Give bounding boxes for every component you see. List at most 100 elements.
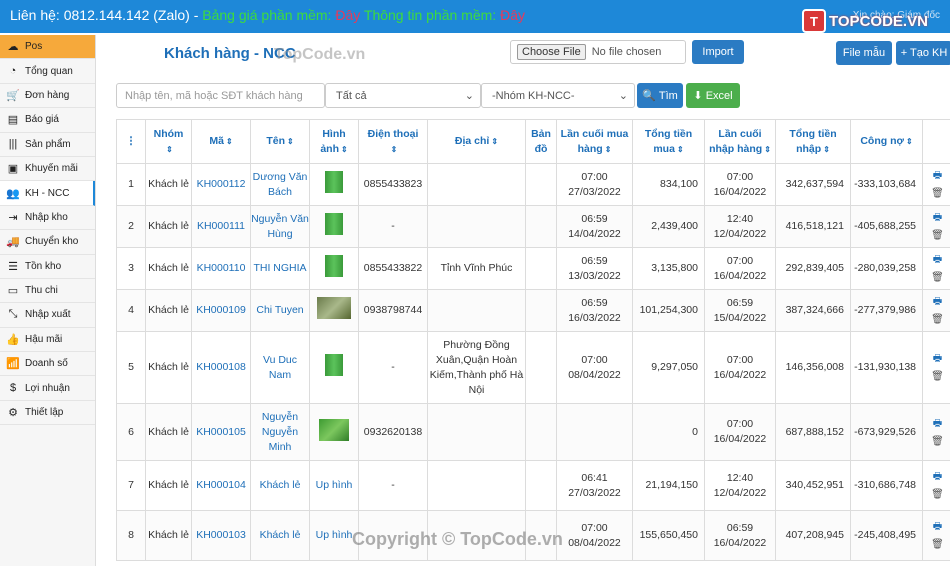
row-image[interactable] (309, 403, 359, 461)
row-image[interactable]: Up hình (309, 460, 359, 511)
row-image[interactable] (309, 205, 359, 248)
col-address[interactable]: Địa chỉ ⇕ (427, 119, 526, 164)
row-image[interactable] (309, 289, 359, 332)
info-link[interactable]: Đây (500, 7, 525, 23)
customer-photo[interactable] (325, 213, 343, 235)
row-name[interactable]: Khách lẻ (250, 460, 310, 511)
import-button[interactable]: Import (692, 40, 744, 64)
print-icon[interactable]: 🖶 (933, 519, 942, 534)
trash-icon[interactable]: 🗑 (931, 312, 944, 327)
print-icon[interactable]: 🖶 (933, 252, 942, 267)
row-map (525, 205, 557, 248)
row-code[interactable]: KH000103 (191, 510, 251, 561)
row-total-buy: 21,194,150 (632, 460, 705, 511)
row-code[interactable]: KH000105 (191, 403, 251, 461)
row-code[interactable]: KH000109 (191, 289, 251, 332)
customer-photo[interactable] (325, 171, 343, 193)
row-name[interactable]: Nguyễn Văn Hùng (250, 205, 310, 248)
sidebar-item-aftersales[interactable]: 👍 Hậu mãi (0, 328, 95, 353)
sidebar-item-quotes[interactable]: ▤ Báo giá (0, 108, 95, 133)
trash-icon[interactable]: 🗑 (931, 434, 944, 449)
trash-icon[interactable]: 🗑 (931, 228, 944, 243)
row-image[interactable] (309, 247, 359, 290)
search-button[interactable]: 🔍 Tìm (637, 83, 683, 108)
col-group[interactable]: Nhóm ⇕ (145, 119, 192, 164)
search-button-label: Tìm (658, 89, 678, 102)
col-phone[interactable]: Điện thoại ⇕ (358, 119, 428, 164)
row-code[interactable]: KH000108 (191, 331, 251, 404)
row-name[interactable]: Nguyễn Nguyễn Minh (250, 403, 310, 461)
price-link[interactable]: Đây (335, 7, 360, 23)
upload-image-link[interactable]: Up hình (316, 479, 353, 491)
contact-info: Liên hệ: 0812.144.142 (Zalo) - Bảng giá … (10, 7, 525, 23)
trash-icon[interactable]: 🗑 (931, 369, 944, 384)
col-code[interactable]: Mã ⇕ (191, 119, 251, 164)
print-icon[interactable]: 🖶 (933, 416, 942, 431)
search-input[interactable]: Nhập tên, mã hoặc SĐT khách hàng (116, 83, 325, 108)
customer-photo[interactable] (325, 255, 343, 277)
users-icon: 👥 (6, 187, 20, 200)
col-debt[interactable]: Công nợ ⇕ (850, 119, 923, 164)
sidebar-item-promotions[interactable]: ▣ Khuyến mãi (0, 157, 95, 182)
sidebar-item-transfer[interactable]: 🚚 Chuyển kho (0, 230, 95, 255)
customer-photo[interactable] (319, 418, 349, 441)
sidebar-item-profit[interactable]: $ Lợi nhuận (0, 376, 95, 401)
print-icon[interactable]: 🖶 (933, 469, 942, 484)
row-image[interactable] (309, 163, 359, 206)
column-menu-icon[interactable]: ⋮ (116, 119, 146, 164)
file-input[interactable]: Choose File No file chosen (510, 40, 686, 64)
row-name[interactable]: Vu Duc Nam (250, 331, 310, 404)
no-file-text: No file chosen (591, 46, 662, 58)
row-code[interactable]: KH000104 (191, 460, 251, 511)
table-row: 3 Khách lẻ KH000110 THI NGHIA 0855433822 Tỉnh… (116, 247, 950, 290)
sidebar-item-label: KH - NCC (25, 187, 70, 199)
print-icon[interactable]: 🖶 (933, 210, 942, 225)
row-image[interactable] (309, 331, 359, 404)
trash-icon[interactable]: 🗑 (931, 487, 944, 502)
print-icon[interactable]: 🖶 (933, 168, 942, 183)
choose-file-button[interactable]: Choose File (517, 44, 586, 60)
sidebar-item-inventory[interactable]: ☰ Tồn kho (0, 255, 95, 279)
row-name[interactable]: Dương Văn Bách (250, 163, 310, 206)
print-icon[interactable]: 🖶 (933, 294, 942, 309)
upload-image-link[interactable]: Up hình (316, 529, 353, 541)
sidebar-item-settings[interactable]: ⚙ Thiết lập (0, 401, 95, 426)
row-name[interactable]: THI NGHIA (250, 247, 310, 290)
sidebar-item-import[interactable]: ⇥ Nhập kho (0, 206, 95, 231)
customer-photo[interactable] (325, 354, 343, 376)
trash-icon[interactable]: 🗑 (931, 270, 944, 285)
sidebar-item-customers[interactable]: 👥 KH - NCC (0, 181, 95, 206)
sidebar-item-sales[interactable]: 📶 Doanh số (0, 352, 95, 377)
col-last-buy[interactable]: Lần cuối mua hàng ⇕ (556, 119, 633, 164)
customer-photo[interactable] (317, 297, 351, 319)
sidebar-item-products[interactable]: ||| Sản phẩm (0, 133, 95, 157)
sidebar-item-overview[interactable]: ◔ Tổng quan (0, 59, 95, 84)
sidebar-item-pos[interactable]: ☁ Pos (0, 35, 95, 60)
cart-icon: 🛒 (6, 89, 20, 102)
template-file-button[interactable]: File mẫu (836, 41, 892, 65)
sidebar-item-cashflow[interactable]: ▭ Thu chi (0, 279, 95, 304)
group-select[interactable]: -Nhóm KH-NCC- ⌄ (481, 83, 635, 108)
sidebar-item-orders[interactable]: 🛒 Đơn hàng (0, 84, 95, 109)
row-code[interactable]: KH000110 (191, 247, 251, 290)
row-action-group: 🖶 🗑 (923, 210, 950, 243)
table-row: 1 Khách lẻ KH000112 Dương Văn Bách 085543382… (116, 163, 950, 206)
row-code[interactable]: KH000111 (191, 205, 251, 248)
trash-icon[interactable]: 🗑 (931, 186, 944, 201)
col-total-import[interactable]: Tổng tiền nhập ⇕ (775, 119, 851, 164)
col-total-buy[interactable]: Tổng tiền mua ⇕ (632, 119, 705, 164)
sidebar-item-label: Nhập kho (25, 211, 68, 223)
row-code[interactable]: KH000112 (191, 163, 251, 206)
row-actions: 🖶 🗑 (922, 403, 950, 461)
col-image[interactable]: Hình ảnh ⇕ (309, 119, 359, 164)
trash-icon[interactable]: 🗑 (931, 537, 944, 552)
print-icon[interactable]: 🖶 (933, 351, 942, 366)
row-name[interactable]: Chi Tuyen (250, 289, 310, 332)
status-select[interactable]: Tất cả ⌄ (325, 83, 481, 108)
sidebar-item-inout[interactable]: ⤡ Nhập xuất (0, 303, 95, 328)
col-last-import[interactable]: Lần cuối nhập hàng ⇕ (704, 119, 776, 164)
excel-button[interactable]: ⬇ Excel (686, 83, 740, 108)
create-customer-button[interactable]: + Tạo KH (896, 41, 950, 65)
col-name[interactable]: Tên ⇕ (250, 119, 310, 164)
row-name[interactable]: Khách lẻ (250, 510, 310, 561)
